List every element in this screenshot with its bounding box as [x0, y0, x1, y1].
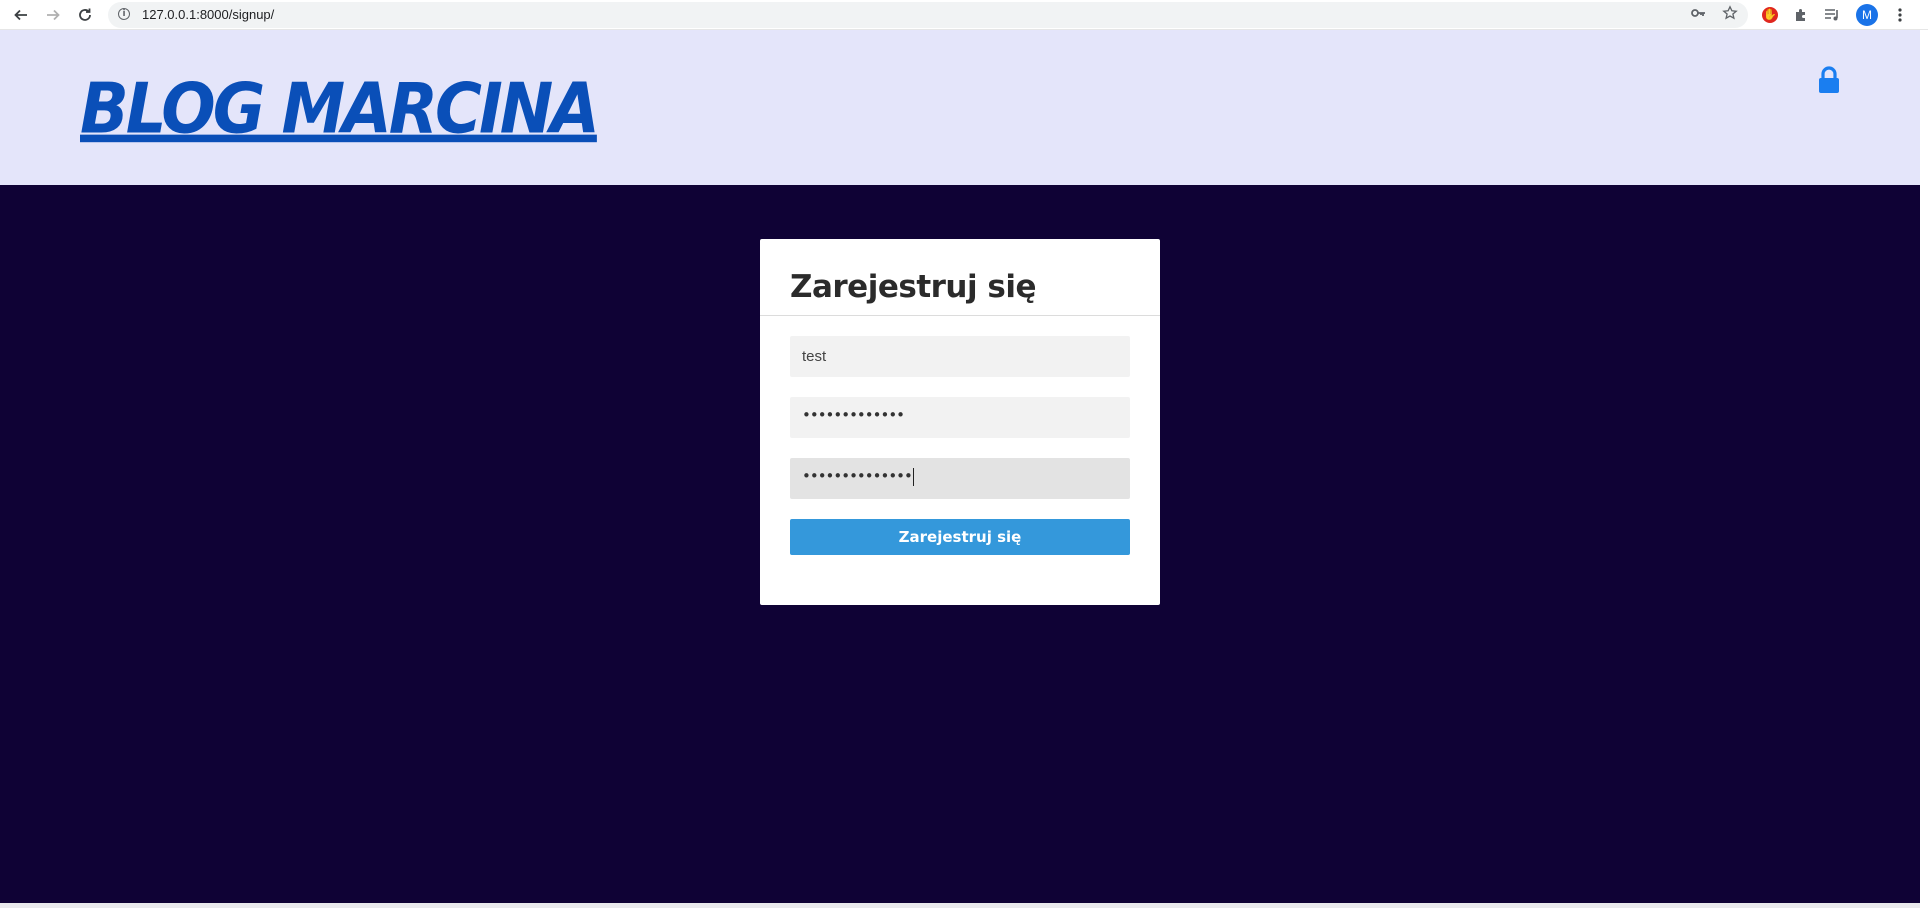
lock-icon[interactable]	[1818, 66, 1840, 94]
password-value: •••••••••••••	[802, 406, 905, 424]
site-header: BLOG MARCINA	[0, 30, 1920, 185]
back-icon[interactable]	[9, 3, 33, 27]
media-queue-icon[interactable]	[1822, 4, 1844, 26]
text-caret	[912, 467, 914, 486]
password-confirm-value: ••••••••••••••	[802, 467, 913, 485]
page-scrollbar-area	[1920, 30, 1928, 908]
site-info-icon[interactable]: i	[118, 8, 130, 20]
password-confirm-value-wrap: ••••••••••••••	[802, 467, 914, 486]
card-divider	[760, 315, 1160, 316]
bookmark-star-icon[interactable]	[1720, 5, 1740, 25]
forward-icon[interactable]	[41, 3, 65, 27]
signup-submit-button[interactable]: Zarejestruj się	[790, 519, 1130, 555]
password-field[interactable]: •••••••••••••	[790, 397, 1130, 438]
address-bar[interactable]: i 127.0.0.1:8000/signup/	[108, 2, 1748, 28]
signup-card: Zarejestruj się test ••••••••••••• •••••…	[760, 239, 1160, 605]
browser-toolbar: i 127.0.0.1:8000/signup/ ✋ M	[0, 0, 1928, 30]
adblock-extension-icon[interactable]: ✋	[1759, 4, 1781, 26]
browser-menu-icon[interactable]	[1889, 4, 1911, 26]
reload-icon[interactable]	[73, 3, 97, 27]
key-icon[interactable]	[1688, 5, 1708, 25]
extensions-puzzle-icon[interactable]	[1790, 4, 1812, 26]
url-text: 127.0.0.1:8000/signup/	[142, 7, 275, 22]
username-value: test	[802, 348, 827, 365]
password-confirm-field[interactable]: ••••••••••••••	[790, 458, 1130, 499]
username-field[interactable]: test	[790, 336, 1130, 377]
signup-title: Zarejestruj się	[790, 269, 1037, 305]
site-logo[interactable]: BLOG MARCINA	[80, 72, 600, 148]
page-footer-strip	[0, 903, 1920, 908]
profile-avatar[interactable]: M	[1856, 4, 1878, 26]
